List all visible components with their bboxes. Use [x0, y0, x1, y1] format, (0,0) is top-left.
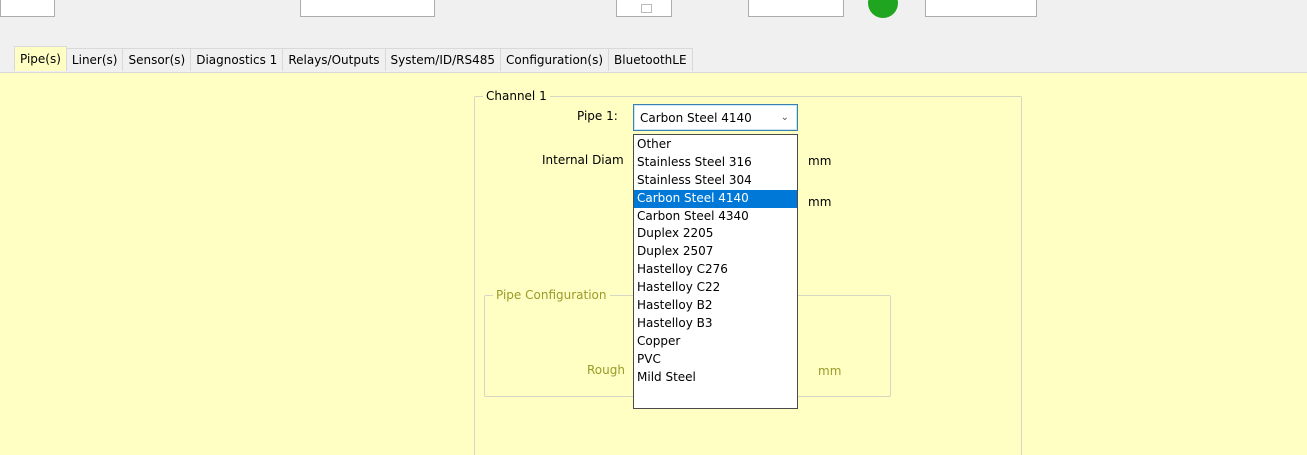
tab-pipes[interactable]: Pipe(s) — [14, 46, 67, 71]
chevron-down-icon[interactable]: ⌄ — [781, 110, 789, 126]
option-mild-steel[interactable]: Mild Steel — [634, 369, 797, 387]
roughness-unit: mm — [818, 364, 842, 378]
pipe-material-value: Carbon Steel 4140 — [640, 111, 752, 125]
wall-thickness-unit: mm — [808, 195, 832, 209]
tab-configurations[interactable]: Configuration(s) — [500, 48, 610, 71]
status-led-icon — [868, 0, 898, 18]
internal-diameter-label: Internal Diam — [542, 153, 624, 167]
channel-1-legend: Channel 1 — [483, 89, 550, 103]
option-carbon-steel-4140[interactable]: Carbon Steel 4140 — [634, 189, 797, 208]
toolbar-combo-2[interactable] — [748, 0, 844, 17]
pipe-configuration-legend: Pipe Configuration — [493, 288, 610, 302]
tab-liners[interactable]: Liner(s) — [65, 48, 124, 71]
option-duplex-2205[interactable]: Duplex 2205 — [634, 225, 797, 243]
pipe-material-combo[interactable]: Carbon Steel 4140 ⌄ — [633, 104, 798, 131]
internal-diameter-unit: mm — [808, 154, 832, 168]
roughness-label: Rough — [587, 363, 625, 377]
option-copper[interactable]: Copper — [634, 333, 797, 351]
option-duplex-2507[interactable]: Duplex 2507 — [634, 243, 797, 261]
tab-diagnostics-1[interactable]: Diagnostics 1 — [190, 48, 284, 71]
toolbar-combo[interactable] — [300, 0, 435, 17]
option-hastelloy-b2[interactable]: Hastelloy B2 — [634, 297, 797, 315]
option-carbon-steel-4340[interactable]: Carbon Steel 4340 — [634, 208, 797, 226]
pipe-material-dropdown[interactable]: Other Stainless Steel 316 Stainless Stee… — [633, 134, 798, 409]
toolbar-button[interactable] — [925, 0, 1037, 17]
option-stainless-steel-316[interactable]: Stainless Steel 316 — [634, 154, 797, 172]
pipe-1-label: Pipe 1: — [577, 109, 618, 123]
calendar-icon[interactable] — [616, 0, 672, 17]
option-hastelloy-c22[interactable]: Hastelloy C22 — [634, 279, 797, 297]
option-hastelloy-c276[interactable]: Hastelloy C276 — [634, 261, 797, 279]
option-stainless-steel-304[interactable]: Stainless Steel 304 — [634, 172, 797, 190]
top-toolbar — [0, 0, 1307, 44]
option-hastelloy-b3[interactable]: Hastelloy B3 — [634, 315, 797, 333]
tab-bluetoothle[interactable]: BluetoothLE — [608, 48, 693, 71]
option-other[interactable]: Other — [634, 136, 797, 154]
tab-strip: Pipe(s) Liner(s) Sensor(s) Diagnostics 1… — [14, 46, 693, 72]
option-pvc[interactable]: PVC — [634, 351, 797, 369]
tab-system-id-rs485[interactable]: System/ID/RS485 — [384, 48, 502, 71]
toolbar-control[interactable] — [0, 0, 55, 17]
tab-sensors[interactable]: Sensor(s) — [122, 48, 192, 71]
tab-relays-outputs[interactable]: Relays/Outputs — [282, 48, 386, 71]
